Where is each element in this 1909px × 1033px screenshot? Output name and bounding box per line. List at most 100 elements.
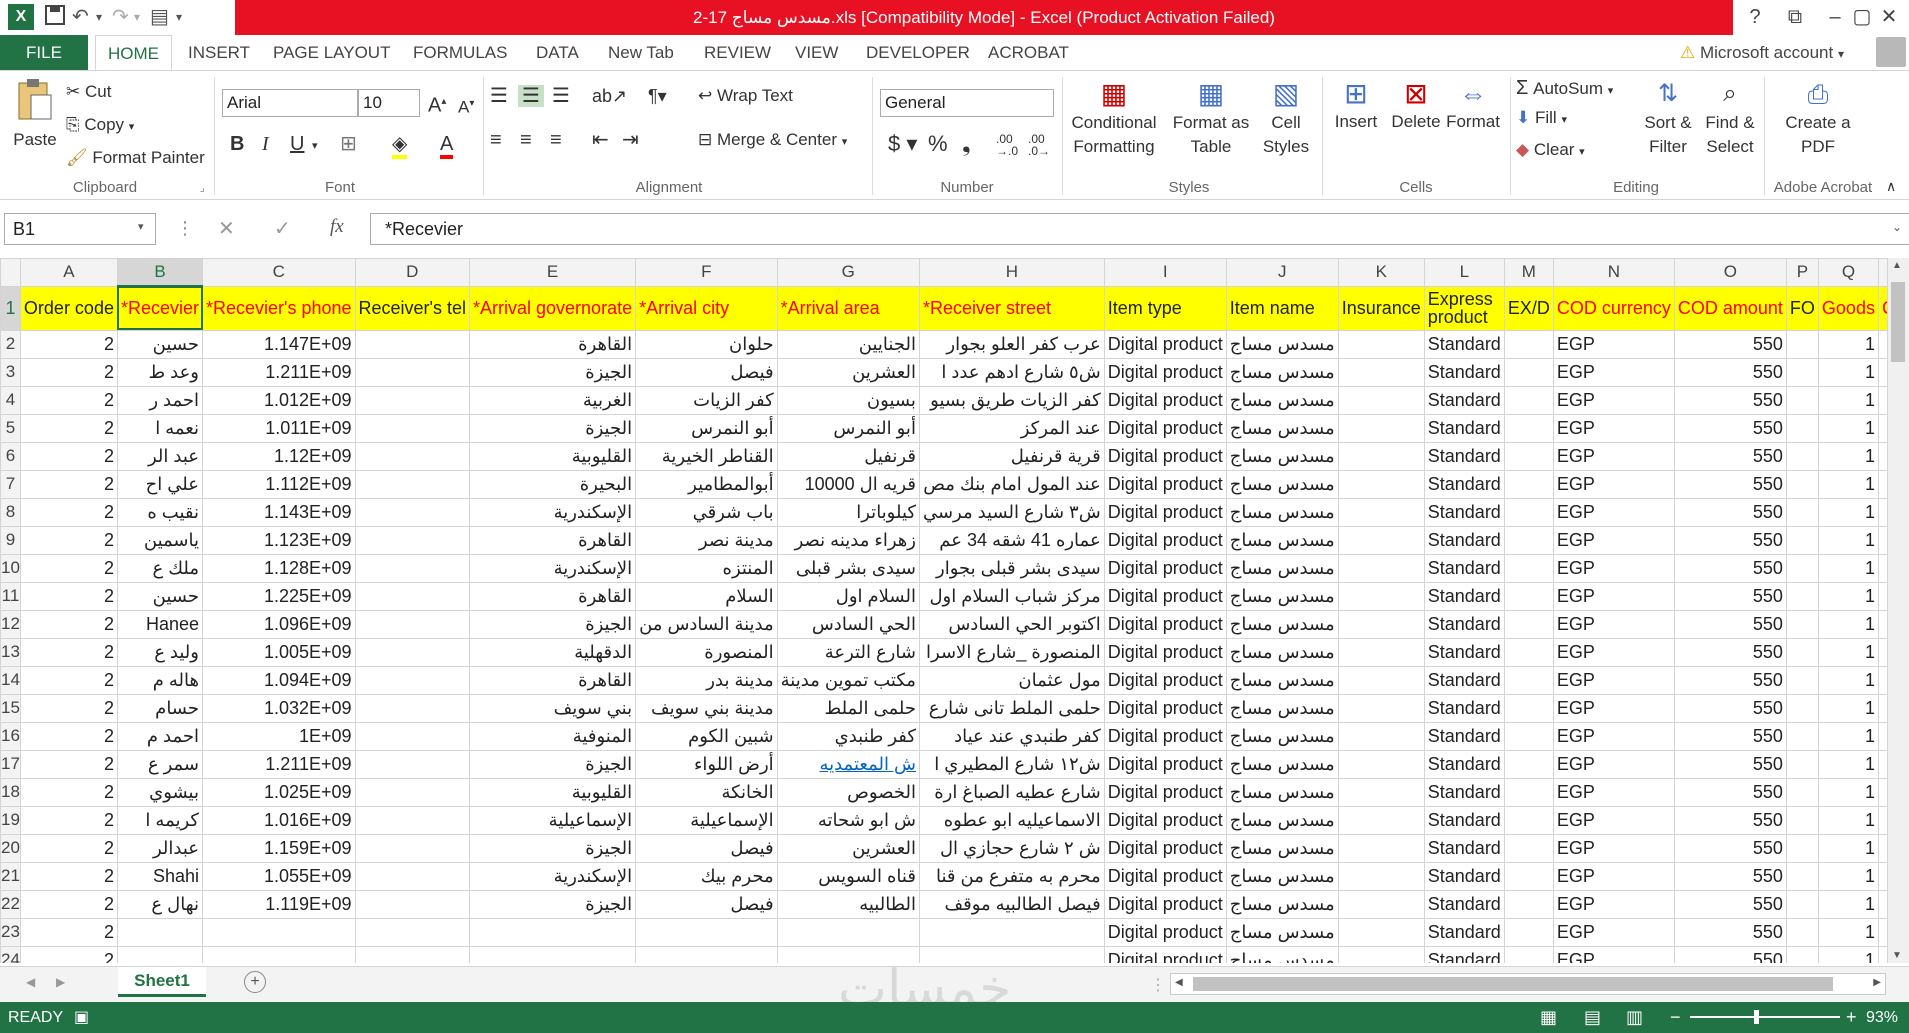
table-cell[interactable]: Digital product [1103, 637, 1227, 667]
table-cell[interactable]: Digital product [1103, 413, 1227, 443]
table-cell[interactable]: 1 [1817, 469, 1879, 499]
table-cell[interactable]: 1 [1877, 525, 1887, 555]
scroll-right-icon[interactable]: ▶ [1873, 977, 1881, 988]
table-cell[interactable]: 2 [19, 833, 118, 863]
table-cell[interactable]: Digital product [1103, 861, 1227, 891]
table-cell[interactable]: 1 [1877, 609, 1887, 639]
table-cell[interactable]: Digital product [1103, 329, 1227, 359]
cut-button[interactable]: ✂ Cut [66, 81, 111, 103]
table-cell[interactable]: 550 [1673, 357, 1787, 387]
table-cell[interactable]: Digital product [1103, 357, 1227, 387]
table-cell[interactable]: 1.159E+09 [202, 833, 356, 863]
table-cell[interactable]: 1 [1817, 637, 1879, 667]
table-cell[interactable]: 1 [1877, 749, 1887, 779]
table-cell[interactable] [635, 945, 778, 963]
table-cell[interactable]: 550 [1673, 693, 1787, 723]
table-cell[interactable]: EGP [1552, 385, 1675, 415]
table-cell[interactable]: نهال ع [116, 889, 204, 919]
column-header[interactable]: N [1552, 258, 1675, 287]
tab-review[interactable]: REVIEW [704, 35, 771, 70]
table-cell[interactable]: 1 [1817, 945, 1879, 963]
table-cell[interactable]: مسدس مساج [1225, 777, 1339, 807]
shrink-font-icon[interactable]: A▾ [458, 93, 474, 119]
table-cell[interactable]: الجيزة [469, 889, 637, 919]
table-cell[interactable] [1337, 917, 1425, 947]
table-cell[interactable]: 550 [1673, 469, 1787, 499]
table-cell[interactable]: 1 [1817, 749, 1879, 779]
format-cells-button[interactable]: ⇔ Format [1442, 77, 1504, 133]
table-cell[interactable]: 1 [1817, 889, 1879, 919]
table-cell[interactable]: كفر طنبدي [776, 721, 920, 751]
table-cell[interactable]: 1 [1817, 553, 1879, 583]
table-cell[interactable] [1337, 497, 1425, 527]
table-cell[interactable]: 1 [1877, 497, 1887, 527]
new-sheet-icon[interactable]: + [244, 971, 266, 993]
table-cell[interactable] [1337, 413, 1425, 443]
table-cell[interactable]: Digital product [1103, 441, 1227, 471]
row-header[interactable]: 9 [0, 525, 21, 555]
table-cell[interactable]: مسدس مساج [1225, 749, 1339, 779]
table-cell[interactable]: الدقهلية [469, 637, 637, 667]
table-cell[interactable]: Standard [1423, 581, 1505, 611]
table-cell[interactable] [354, 329, 471, 359]
table-cell[interactable]: Standard [1423, 861, 1505, 891]
table-cell[interactable]: Digital product [1103, 805, 1227, 835]
table-cell[interactable] [116, 945, 204, 963]
table-cell[interactable]: 1 [1817, 917, 1879, 947]
table-cell[interactable] [354, 385, 471, 415]
table-cell[interactable]: بسيون [776, 385, 920, 415]
table-cell[interactable]: محرم بيك [635, 861, 778, 891]
column-header[interactable]: I [1103, 258, 1227, 287]
undo-icon[interactable]: ↶ [72, 4, 89, 31]
confirm-entry-icon[interactable]: ✓ [274, 216, 291, 241]
format-as-table-button[interactable]: ▦ Format as Table [1168, 77, 1254, 159]
table-cell[interactable]: 1.12E+09 [202, 441, 356, 471]
table-cell[interactable]: 550 [1673, 637, 1787, 667]
row-header[interactable]: 5 [0, 413, 21, 443]
row-header[interactable]: 15 [0, 693, 21, 723]
hscroll-thumb[interactable] [1193, 977, 1833, 991]
table-cell[interactable]: Digital product [1103, 945, 1227, 963]
table-cell[interactable]: Digital product [1103, 469, 1227, 499]
table-cell[interactable]: سيدى بشر قبلى [776, 553, 920, 583]
wrap-text-button[interactable]: ↩ Wrap Text [698, 85, 793, 107]
table-cell[interactable]: 1 [1817, 861, 1879, 891]
table-cell[interactable]: Standard [1423, 693, 1505, 723]
row-header[interactable]: 21 [0, 861, 21, 891]
table-cell[interactable]: 1.123E+09 [202, 525, 356, 555]
table-cell[interactable]: احمد م [116, 721, 204, 751]
scroll-thumb[interactable] [1891, 282, 1905, 362]
table-cell[interactable]: Digital product [1103, 609, 1227, 639]
copy-button[interactable]: ⎘ Copy ▾ [66, 114, 134, 138]
table-cell[interactable]: 1 [1877, 945, 1887, 963]
text-direction-icon[interactable]: ¶▾ [648, 85, 667, 107]
table-cell[interactable]: الإسماعيلية [469, 805, 637, 835]
table-cell[interactable] [1503, 637, 1554, 667]
prev-sheet-icon[interactable]: ◀ [26, 975, 35, 989]
table-cell[interactable]: Standard [1423, 413, 1505, 443]
table-cell[interactable]: مسدس مساج [1225, 385, 1339, 415]
table-cell[interactable]: EGP [1552, 525, 1675, 555]
align-center-icon[interactable]: ≡ [520, 129, 532, 151]
table-cell[interactable]: القليوبية [469, 777, 637, 807]
table-cell[interactable]: 1 [1877, 833, 1887, 863]
table-cell[interactable]: المنوفية [469, 721, 637, 751]
table-cell[interactable]: Standard [1423, 777, 1505, 807]
table-cell[interactable]: Shahi [116, 861, 204, 891]
table-cell[interactable]: القاهرة [469, 525, 637, 555]
table-cell[interactable]: 2 [19, 945, 118, 963]
table-cell[interactable]: 1 [1877, 861, 1887, 891]
table-cell[interactable]: الخصوص [776, 777, 920, 807]
header-cell[interactable]: *Arrival governorate [469, 285, 637, 331]
borders-icon[interactable]: ⊞ [340, 133, 357, 155]
table-cell[interactable]: الإسكندرية [469, 497, 637, 527]
table-cell[interactable]: مسدس مساج [1225, 665, 1339, 695]
table-cell[interactable]: Digital product [1103, 385, 1227, 415]
table-cell[interactable] [1503, 693, 1554, 723]
collapse-ribbon-icon[interactable]: ∧ [1886, 175, 1896, 197]
table-cell[interactable]: قرية قرنفيل [918, 441, 1105, 471]
table-cell[interactable] [1785, 917, 1819, 947]
table-cell[interactable]: 550 [1673, 777, 1787, 807]
table-cell[interactable] [1785, 637, 1819, 667]
table-cell[interactable]: Digital product [1103, 581, 1227, 611]
